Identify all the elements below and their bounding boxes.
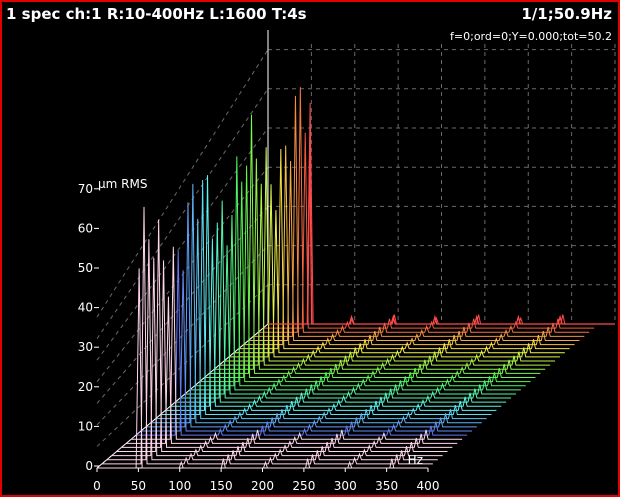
cursor-status: 1/1;50.9Hz	[521, 5, 612, 23]
y-axis-label: µm RMS	[98, 177, 147, 191]
x-tick-label: 50	[131, 479, 146, 493]
x-tick-labels: 0 50 100 150 200 250 300 350 400	[93, 468, 439, 493]
x-tick-label: 200	[251, 479, 274, 493]
y-tick-label: 60	[78, 221, 93, 235]
x-axis-label: Hz	[408, 453, 423, 467]
y-tick-label: 0	[85, 459, 93, 473]
grid	[96, 44, 616, 469]
y-tick-label: 30	[78, 340, 93, 354]
y-tick-label: 20	[78, 380, 93, 394]
x-tick-label: 400	[417, 479, 440, 493]
spectrum-title: 1 spec ch:1 R:10-400Hz L:1600 T:4s	[6, 5, 307, 23]
waterfall-plot[interactable]: 0 50 100 150 200 250 300 350 400 Hz 0 10 20 30 40 50 60 7…	[2, 2, 618, 495]
x-tick-label: 100	[168, 479, 191, 493]
x-tick-label: 150	[210, 479, 233, 493]
cursor-readout: f=0;ord=0;Y=0.000;tot=50.2	[450, 30, 612, 43]
x-tick-label: 350	[375, 479, 398, 493]
x-tick-label: 300	[334, 479, 357, 493]
x-tick-label: 0	[93, 479, 101, 493]
y-tick-labels: 0 10 20 30 40 50 60 70	[78, 182, 99, 473]
y-tick-label: 50	[78, 261, 93, 275]
y-tick-label: 40	[78, 301, 93, 315]
spectrum-slices	[97, 87, 599, 469]
window-frame: 0 50 100 150 200 250 300 350 400 Hz 0 10 20 30 40 50 60 7…	[0, 0, 620, 497]
spectrum-slice	[268, 102, 599, 325]
y-tick-label: 10	[78, 419, 93, 433]
x-tick-label: 250	[292, 479, 315, 493]
y-tick-label: 70	[78, 182, 93, 196]
